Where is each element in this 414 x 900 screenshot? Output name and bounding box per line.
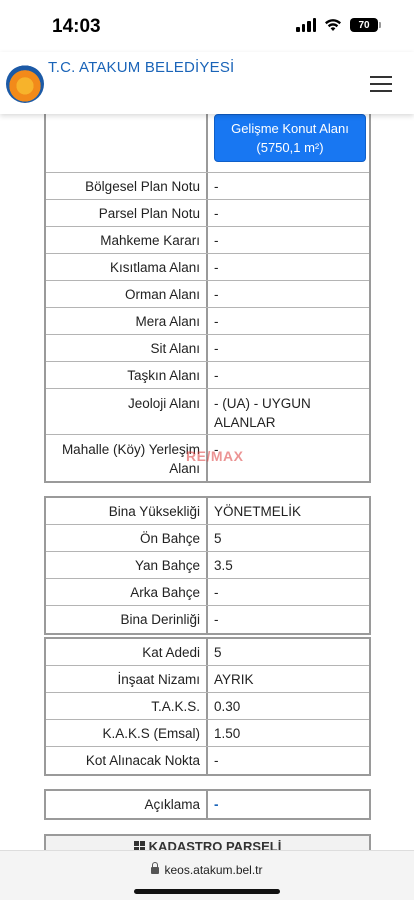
table-value: - [214, 259, 219, 275]
table-label: Jeoloji Alanı [46, 389, 208, 434]
table-value: - [214, 313, 219, 329]
table-label: Parsel Plan Notu [46, 200, 208, 226]
table-row: Orman Alanı - [46, 281, 369, 308]
table-label: Kısıtlama Alanı [46, 254, 208, 280]
table-value: 1.50 [214, 725, 241, 741]
table-row: Gelişme Konut Alanı (5750,1 m²) [46, 114, 369, 173]
grid-icon [133, 841, 145, 850]
table-row: K.A.K.S (Emsal) 1.50 [46, 720, 369, 747]
plan-info-table: Gelişme Konut Alanı (5750,1 m²) Bölgesel… [44, 114, 371, 483]
hamburger-menu-icon[interactable] [370, 76, 392, 92]
wifi-icon [325, 19, 341, 31]
url-text: keos.atakum.bel.tr [164, 863, 263, 877]
table-row: Kot Alınacak Nokta - [46, 747, 369, 774]
table-row: Bina Yüksekliği YÖNETMELİK [46, 498, 369, 525]
table-label-line: Mahalle (Köy) Yerleşim [61, 442, 200, 457]
url-display[interactable]: keos.atakum.bel.tr [0, 862, 414, 877]
table-row: Bina Derinliği - [46, 606, 369, 633]
site-title[interactable]: T.C. ATAKUM BELEDİYESİ [48, 59, 234, 76]
zone-button[interactable]: Gelişme Konut Alanı (5750,1 m²) [214, 114, 366, 162]
table-value: 5 [214, 644, 222, 660]
table-label: Açıklama [46, 791, 208, 818]
table-label: Yan Bahçe [46, 552, 208, 578]
table-value: 3.5 [214, 557, 233, 573]
remax-watermark: RE/MAX [186, 448, 244, 464]
table-label: Mahkeme Kararı [46, 227, 208, 253]
table-value: - [214, 286, 219, 302]
table-row: Parsel Plan Notu - [46, 200, 369, 227]
description-table: Açıklama - [44, 789, 371, 820]
construction-table: Kat Adedi 5 İnşaat Nizamı AYRIK T.A.K.S.… [44, 637, 371, 776]
table-row: Mera Alanı - [46, 308, 369, 335]
status-time: 14:03 [52, 16, 101, 37]
table-value: - [214, 753, 219, 768]
table-value: Gelişme Konut Alanı (5750,1 m²) [208, 114, 369, 172]
table-value: 5 [214, 530, 222, 546]
table-row: Ön Bahçe 5 [46, 525, 369, 552]
table-value: - (UA) - UYGUN ALANLAR [208, 389, 369, 434]
table-value-line: ALANLAR [214, 415, 276, 430]
table-label: Orman Alanı [46, 281, 208, 307]
table-label: Ön Bahçe [46, 525, 208, 551]
table-label: K.A.K.S (Emsal) [46, 720, 208, 746]
home-indicator[interactable] [134, 889, 280, 894]
table-value: - [214, 584, 219, 600]
table-row: Sit Alanı - [46, 335, 369, 362]
page-content: Gelişme Konut Alanı (5750,1 m²) Bölgesel… [0, 114, 414, 850]
table-label: Sit Alanı [46, 335, 208, 361]
table-row: Yan Bahçe 3.5 [46, 552, 369, 579]
table-row: T.A.K.S. 0.30 [46, 693, 369, 720]
table-row: Arka Bahçe - [46, 579, 369, 606]
lock-icon [151, 862, 160, 874]
table-value: - [214, 178, 219, 194]
table-label: Kat Adedi [46, 639, 208, 665]
table-row: Kısıtlama Alanı - [46, 254, 369, 281]
table-label: Bina Yüksekliği [46, 498, 208, 524]
table-label: Mera Alanı [46, 308, 208, 334]
table-row: İnşaat Nizamı AYRIK [46, 666, 369, 693]
battery-icon: 70 [350, 18, 381, 32]
table-row: Mahkeme Kararı - [46, 227, 369, 254]
table-label: İnşaat Nizamı [46, 666, 208, 692]
municipality-logo[interactable] [6, 65, 44, 103]
table-value: 0.30 [214, 698, 241, 714]
table-row: Bölgesel Plan Notu - [46, 173, 369, 200]
table-value: - [214, 340, 219, 356]
table-label: Bölgesel Plan Notu [46, 173, 208, 199]
table-label: Mahalle (Köy) Yerleşim Alanı [46, 435, 208, 481]
cellular-signal-icon [296, 18, 316, 32]
zone-button-line: (5750,1 m²) [256, 140, 324, 155]
browser-url-bar[interactable]: keos.atakum.bel.tr [0, 850, 414, 900]
table-row: Jeoloji Alanı - (UA) - UYGUN ALANLAR [46, 389, 369, 435]
building-dimensions-table: Bina Yüksekliği YÖNETMELİK Ön Bahçe 5 Ya… [44, 496, 371, 635]
table-row: Taşkın Alanı - [46, 362, 369, 389]
table-label: T.A.K.S. [46, 693, 208, 719]
zone-button-line: Gelişme Konut Alanı [231, 121, 349, 136]
table-label: Bina Derinliği [46, 606, 208, 633]
table-row: Kat Adedi 5 [46, 639, 369, 666]
cadastral-parcel-header[interactable]: KADASTRO PARSELİ [44, 834, 371, 850]
section-title-text: KADASTRO PARSELİ [148, 839, 282, 850]
status-icons: 70 [296, 18, 381, 32]
table-value: - [214, 205, 219, 221]
table-value: YÖNETMELİK [214, 503, 302, 519]
table-value-line: - (UA) - UYGUN [214, 396, 311, 411]
site-header: T.C. ATAKUM BELEDİYESİ [0, 52, 414, 114]
description-link[interactable]: - [208, 791, 369, 818]
table-value: - [214, 612, 219, 627]
table-label: Arka Bahçe [46, 579, 208, 605]
table-value: AYRIK [214, 671, 254, 687]
status-bar: 14:03 70 [0, 0, 414, 52]
table-value: - [214, 367, 219, 383]
table-value: - [214, 232, 219, 248]
table-label [46, 114, 208, 172]
table-label: Taşkın Alanı [46, 362, 208, 388]
table-row: Açıklama - [46, 791, 369, 818]
table-label: Kot Alınacak Nokta [46, 747, 208, 774]
